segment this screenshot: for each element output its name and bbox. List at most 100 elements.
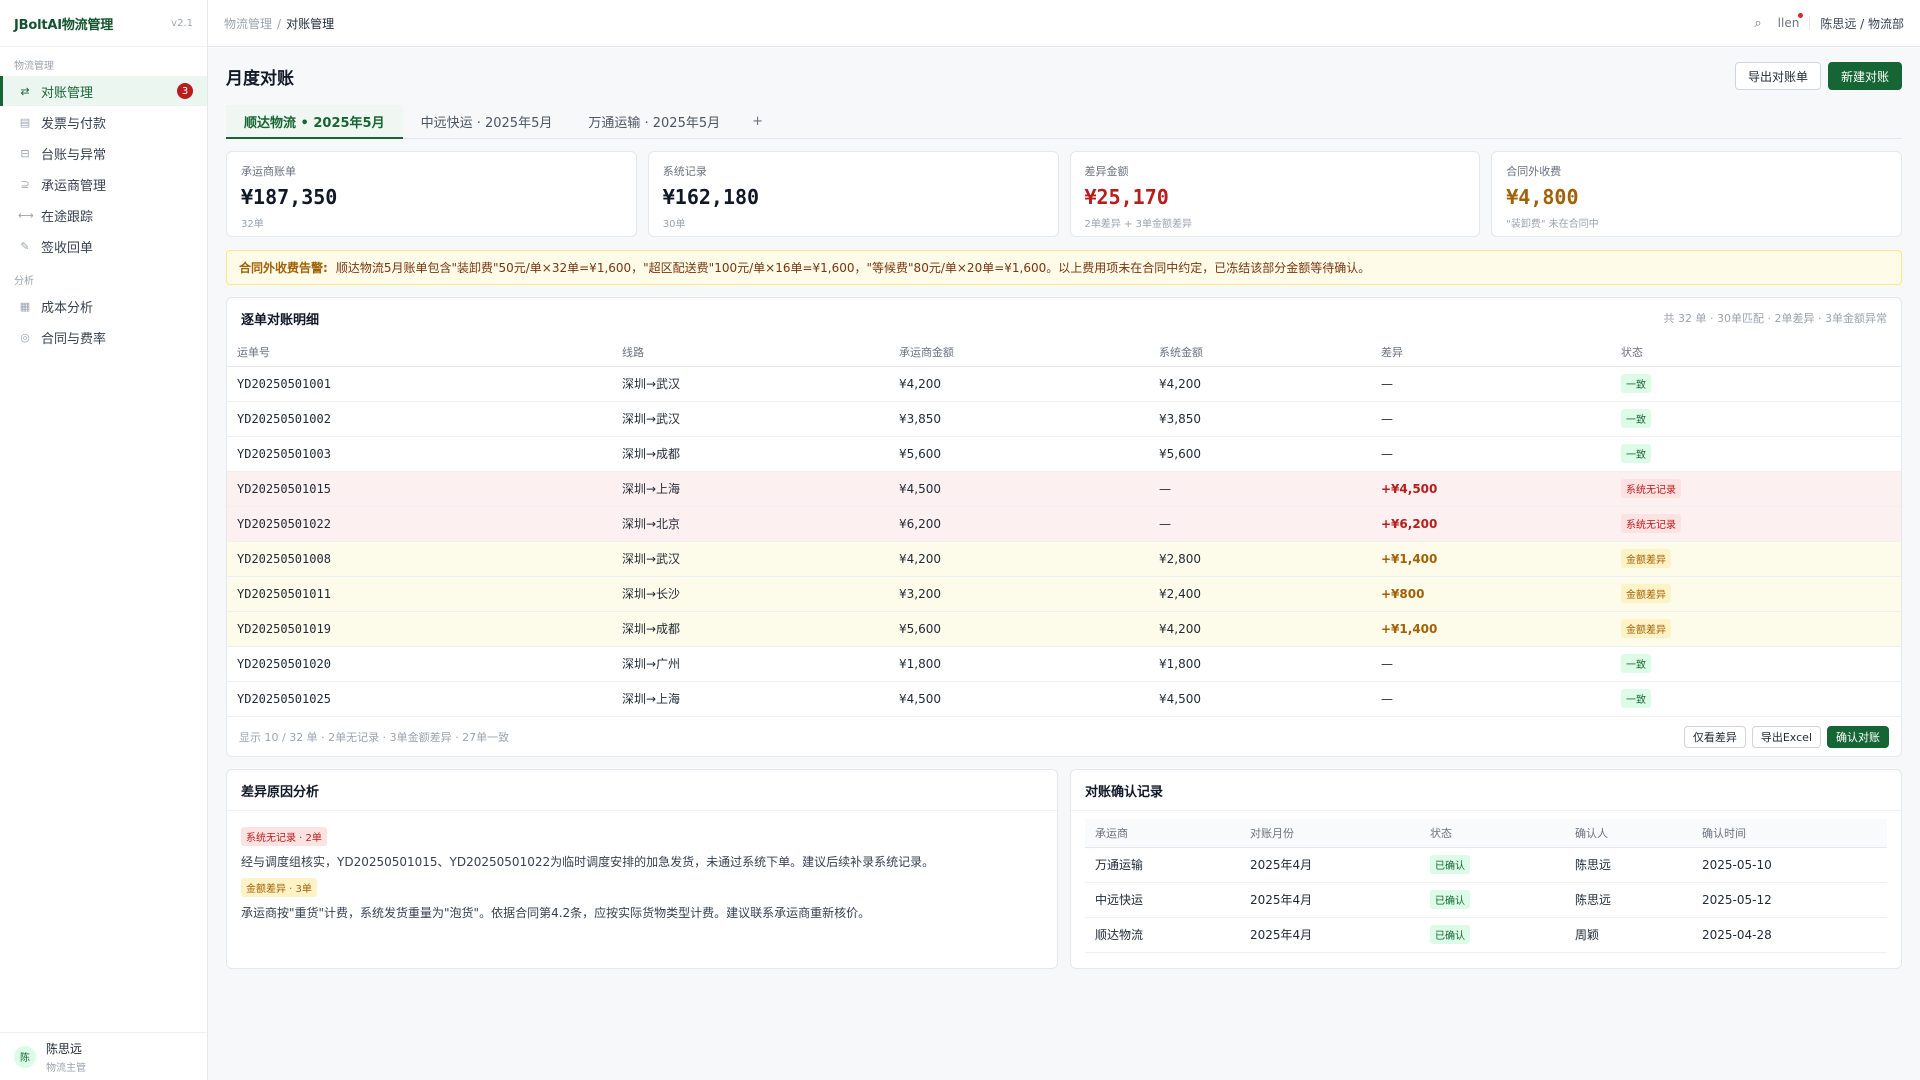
status-badge: 已确认: [1430, 855, 1470, 874]
user-role: 物流主管: [46, 1062, 86, 1074]
stats-row: 承运商账单 ¥187,350 32单 系统记录 ¥162,180 30单 差异金额 ¥25,1…: [226, 151, 1902, 237]
export-statement-button[interactable]: 导出对账单: [1734, 62, 1821, 90]
only-diff-button[interactable]: 仅看差异: [1683, 725, 1746, 748]
search-icon[interactable]: ⌕: [1754, 16, 1761, 31]
confirm-reconciliation-button[interactable]: 确认对账: [1827, 725, 1889, 748]
table-row[interactable]: 顺达物流 2025年4月 已确认 周颖 2025-04-28: [1085, 917, 1887, 953]
carrier-amount: ¥5,600: [889, 436, 1149, 472]
sidebar-item-label: 对账管理: [41, 85, 94, 101]
breadcrumb-item[interactable]: 物流管理: [224, 17, 272, 31]
sidebar-item[interactable]: ✎ 签收回单: [0, 231, 207, 261]
confirmed-time: 2025-05-10: [1692, 847, 1887, 883]
difference: +¥800: [1371, 576, 1611, 612]
table-row[interactable]: 万通运输 2025年4月 已确认 陈思远 2025-05-10: [1085, 847, 1887, 883]
table-row[interactable]: YD20250501025 深圳→上海 ¥4,500 ¥4,500— 一致: [227, 681, 1901, 717]
pagination-info: 显示 10 / 32 单 · 2单无记录 · 3单金额差异 · 27单一致: [239, 730, 510, 744]
carrier-tab[interactable]: 万通运输 · 2025年5月: [570, 105, 738, 138]
sidebar-item-label: 成本分析: [41, 300, 94, 316]
stat-value: ¥25,170: [1084, 185, 1169, 209]
table-row[interactable]: YD20250501011 深圳→长沙 ¥3,200 ¥2,400 +¥800 金额差异: [227, 576, 1901, 612]
reconciliation-table: 运单号 线路 承运商金额 系统金额 差异 状态 YD20250501001 深圳→武汉 ¥4,…: [227, 338, 1901, 717]
stat-sub: 30单: [662, 219, 686, 230]
status-badge: 一致: [1621, 654, 1651, 673]
detail-summary: 共 32 单 · 30单匹配 · 2单差异 · 3单金额异常: [1663, 312, 1887, 325]
reason-text: 承运商按"重货"计费，系统发货重量为"泡货"。依据合同第4.2条，应按实际货物类…: [241, 906, 871, 920]
table-row[interactable]: YD20250501015 深圳→上海 ¥4,500— +¥4,500 系统无记录: [227, 471, 1901, 507]
sign-icon: ✎: [20, 239, 30, 253]
sidebar-item-label: 合同与费率: [41, 331, 107, 347]
system-amount: ¥1,800: [1149, 646, 1371, 682]
nav-section-title: 分析: [14, 276, 34, 287]
sidebar-item[interactable]: ◎ 合同与费率: [0, 322, 207, 352]
brand-bar: JBoltAI物流管理 v2.1: [0, 0, 207, 47]
reason-tag: 金额差异 · 3单: [241, 878, 317, 897]
user-menu[interactable]: 陈思远 / 物流部: [1820, 15, 1904, 32]
sidebar-item[interactable]: ⇄ 对账管理 3: [0, 76, 207, 106]
new-reconciliation-button[interactable]: 新建对账: [1827, 62, 1902, 90]
table-row[interactable]: YD20250501001 深圳→武汉 ¥4,200 ¥4,200— 一致: [227, 366, 1901, 402]
status-badge: 一致: [1621, 374, 1651, 393]
detail-header: 逐单对账明细 共 32 单 · 30单匹配 · 2单差异 · 3单金额异常: [227, 298, 1901, 338]
status-badge: 一致: [1621, 409, 1651, 428]
system-amount: ¥5,600: [1149, 436, 1371, 472]
table-row[interactable]: YD20250501003 深圳→成都 ¥5,600 ¥5,600— 一致: [227, 436, 1901, 472]
topbar: 物流管理 / 对账管理 ⌕ llen 陈思远 / 物流部: [208, 0, 1920, 47]
sidebar-item[interactable]: ▦ 成本分析: [0, 291, 207, 321]
sidebar-nav: 物流管理 ⇄ 对账管理 3 ▤ 发票与付款 ⊟ 台账与异常 ⊇ 承运商管理 ⟷ 在途跟踪 ✎ 签收回单分析…: [0, 47, 207, 352]
difference: +¥4,500: [1371, 471, 1611, 507]
column-header: 运单号: [227, 338, 612, 367]
difference: —: [1371, 436, 1611, 472]
confirmed-by: 陈思远: [1565, 847, 1692, 883]
app-logo[interactable]: JBoltAI物流管理: [14, 14, 113, 33]
carrier-name: 中远快运: [1085, 882, 1240, 918]
month: 2025年4月: [1240, 917, 1420, 953]
route: 深圳→广州: [612, 646, 889, 682]
carrier-tab[interactable]: 中远快运 · 2025年5月: [403, 105, 571, 138]
waybill-id: YD20250501001: [227, 366, 612, 402]
sidebar-item[interactable]: ⟷ 在途跟踪: [0, 200, 207, 230]
status-cell: 一致: [1611, 436, 1901, 472]
analysis-body: 系统无记录 · 2单 经与调度组核实，YD20250501015、YD202505…: [227, 810, 1057, 929]
main-content: 月度对账 导出对账单 新建对账 顺达物流 • 2025年5月 中远快运 · 202…: [226, 47, 1902, 969]
system-amount: ¥4,200: [1149, 366, 1371, 402]
notification-bell-icon[interactable]: llen: [1778, 13, 1804, 30]
column-header: 系统金额: [1149, 338, 1371, 367]
carrier-tab[interactable]: 顺达物流 • 2025年5月: [226, 105, 403, 139]
column-header: 状态: [1611, 338, 1901, 367]
alert-text: 顺达物流5月账单包含"装卸费"50元/单×32单=¥1,600，"超区配送费"1…: [335, 261, 1371, 275]
waybill-id: YD20250501011: [227, 576, 612, 612]
status-cell: 已确认: [1420, 882, 1565, 918]
difference: +¥6,200: [1371, 506, 1611, 542]
table-row[interactable]: YD20250501008 深圳→武汉 ¥4,200 ¥2,800 +¥1,400 金额差…: [227, 541, 1901, 577]
stat-value: ¥187,350: [241, 185, 338, 209]
stat-value: ¥162,180: [662, 185, 760, 209]
sidebar-item[interactable]: ⊇ 承运商管理: [0, 169, 207, 199]
table-row[interactable]: 中远快运 2025年4月 已确认 陈思远 2025-05-12: [1085, 882, 1887, 918]
table-row[interactable]: YD20250501002 深圳→武汉 ¥3,850 ¥3,850— 一致: [227, 401, 1901, 437]
waybill-id: YD20250501020: [227, 646, 612, 682]
bottom-panels: 差异原因分析 系统无记录 · 2单 经与调度组核实，YD20250501015、Y…: [226, 769, 1902, 969]
stat-card: 承运商账单 ¥187,350 32单: [226, 151, 637, 237]
sidebar-user[interactable]: 陈 陈思远 物流主管: [0, 1032, 207, 1080]
sidebar-item[interactable]: ▤ 发票与付款: [0, 107, 207, 137]
table-row[interactable]: YD20250501020 深圳→广州 ¥1,800 ¥1,800— 一致: [227, 646, 1901, 682]
notification-dot: [1798, 13, 1804, 18]
table-row[interactable]: YD20250501022 深圳→北京 ¥6,200— +¥6,200 系统无记录: [227, 506, 1901, 542]
breadcrumb-current: 对账管理: [286, 16, 335, 31]
status-badge: 金额差异: [1621, 584, 1671, 603]
difference: +¥1,400: [1371, 611, 1611, 647]
page-header: 月度对账 导出对账单 新建对账: [226, 47, 1902, 105]
status-badge: 一致: [1621, 689, 1651, 708]
sidebar-item-label: 在途跟踪: [41, 209, 94, 225]
records-table-body: 万通运输 2025年4月 已确认 陈思远 2025-05-10 中远快运 2025年4月 已确…: [1085, 847, 1887, 953]
export-excel-button[interactable]: 导出Excel: [1751, 725, 1821, 748]
waybill-id: YD20250501015: [227, 471, 612, 507]
sidebar-item[interactable]: ⊟ 台账与异常: [0, 138, 207, 168]
add-tab-button[interactable]: +: [738, 105, 777, 138]
sidebar-item-label: 签收回单: [41, 240, 94, 256]
table-row[interactable]: YD20250501019 深圳→成都 ¥5,600 ¥4,200 +¥1,400 金额差…: [227, 611, 1901, 647]
system-amount: ¥3,850: [1149, 401, 1371, 437]
carrier-amount: ¥4,500: [889, 681, 1149, 717]
records-title: 对账确认记录: [1085, 784, 1164, 800]
nav-section-title: 物流管理: [14, 61, 54, 72]
